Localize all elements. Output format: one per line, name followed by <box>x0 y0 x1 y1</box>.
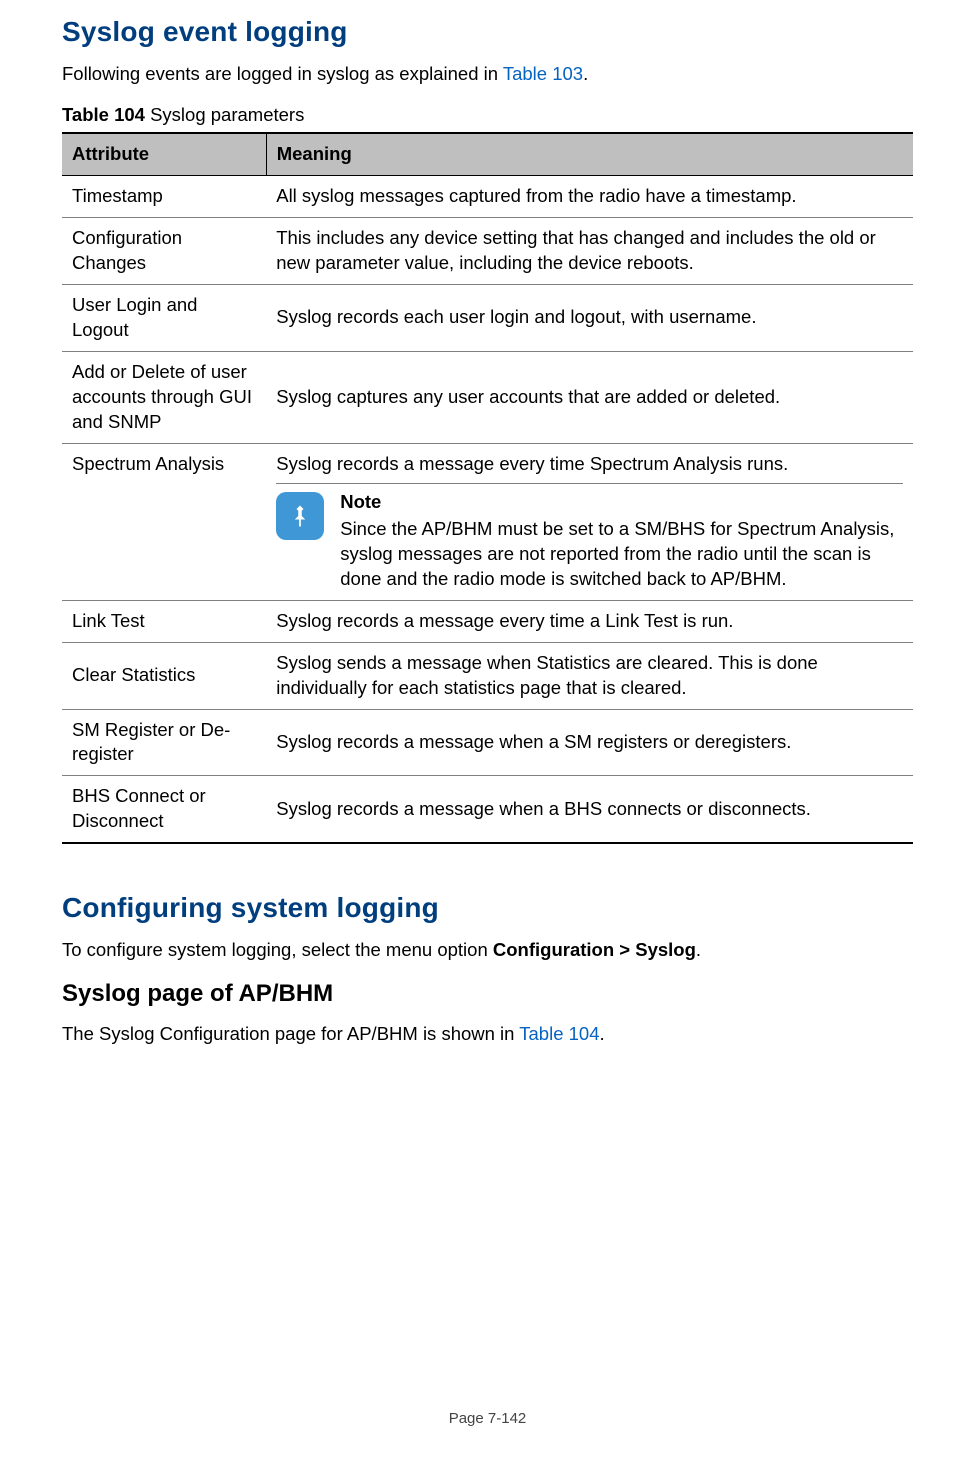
cell-meaning: Syslog records a message when a SM regis… <box>266 709 913 776</box>
intro-paragraph: Following events are logged in syslog as… <box>62 62 913 86</box>
table-row: Clear Statistics Syslog sends a message … <box>62 642 913 709</box>
cell-meaning: Syslog captures any user accounts that a… <box>266 351 913 443</box>
cell-meaning-text: Syslog records a message every time Spec… <box>276 453 788 474</box>
cell-attr: Add or Delete of user accounts through G… <box>62 351 266 443</box>
config-intro-paragraph: To configure system logging, select the … <box>62 938 913 962</box>
table-header-row: Attribute Meaning <box>62 133 913 175</box>
table-caption: Table 104 Syslog parameters <box>62 104 913 126</box>
cell-meaning: All syslog messages captured from the ra… <box>266 176 913 218</box>
config-intro-before: To configure system logging, select the … <box>62 939 493 960</box>
syslog-parameters-table: Attribute Meaning Timestamp All syslog m… <box>62 132 913 844</box>
cell-attr: Configuration Changes <box>62 217 266 284</box>
table-row: Configuration Changes This includes any … <box>62 217 913 284</box>
cell-attr: Spectrum Analysis <box>62 443 266 600</box>
note-block: Note Since the AP/BHM must be set to a S… <box>276 483 903 592</box>
cell-meaning: Syslog records each user login and logou… <box>266 284 913 351</box>
cell-attr: Clear Statistics <box>62 642 266 709</box>
table-row: BHS Connect or Disconnect Syslog records… <box>62 776 913 843</box>
cell-attr: BHS Connect or Disconnect <box>62 776 266 843</box>
table-row: Spectrum Analysis Syslog records a messa… <box>62 443 913 600</box>
intro-text-before: Following events are logged in syslog as… <box>62 63 503 84</box>
table-caption-title: Syslog parameters <box>145 104 304 125</box>
table-row: Link Test Syslog records a message every… <box>62 600 913 642</box>
intro-text-after: . <box>583 63 588 84</box>
table-row: Add or Delete of user accounts through G… <box>62 351 913 443</box>
cell-attr: User Login and Logout <box>62 284 266 351</box>
page-container: Syslog event logging Following events ar… <box>0 0 975 1461</box>
config-intro-after: . <box>696 939 701 960</box>
note-text-wrap: Note Since the AP/BHM must be set to a S… <box>340 490 903 592</box>
link-table-103[interactable]: Table 103 <box>503 63 583 84</box>
cell-meaning: Syslog records a message every time a Li… <box>266 600 913 642</box>
syslog-page-intro-before: The Syslog Configuration page for AP/BHM… <box>62 1023 519 1044</box>
cell-meaning: This includes any device setting that ha… <box>266 217 913 284</box>
note-body: Since the AP/BHM must be set to a SM/BHS… <box>340 518 894 589</box>
cell-attr: Timestamp <box>62 176 266 218</box>
pin-note-icon <box>276 492 324 540</box>
table-row: User Login and Logout Syslog records eac… <box>62 284 913 351</box>
syslog-page-intro-after: . <box>600 1023 605 1044</box>
th-meaning: Meaning <box>266 133 913 175</box>
syslog-page-intro-paragraph: The Syslog Configuration page for AP/BHM… <box>62 1022 913 1046</box>
table-row: SM Register or De-register Syslog record… <box>62 709 913 776</box>
config-intro-bold: Configuration > Syslog <box>493 939 696 960</box>
heading-syslog-page-apbhm: Syslog page of AP/BHM <box>62 980 913 1008</box>
page-number: Page 7-142 <box>0 1410 975 1427</box>
cell-meaning: Syslog sends a message when Statistics a… <box>266 642 913 709</box>
note-title: Note <box>340 490 903 515</box>
th-attribute: Attribute <box>62 133 266 175</box>
link-table-104[interactable]: Table 104 <box>519 1023 599 1044</box>
heading-configuring-system-logging: Configuring system logging <box>62 892 913 924</box>
cell-attr: SM Register or De-register <box>62 709 266 776</box>
table-row: Timestamp All syslog messages captured f… <box>62 176 913 218</box>
heading-syslog-event-logging: Syslog event logging <box>62 16 913 48</box>
cell-attr: Link Test <box>62 600 266 642</box>
table-caption-label: Table 104 <box>62 104 145 125</box>
cell-meaning-with-note: Syslog records a message every time Spec… <box>266 443 913 600</box>
cell-meaning: Syslog records a message when a BHS conn… <box>266 776 913 843</box>
